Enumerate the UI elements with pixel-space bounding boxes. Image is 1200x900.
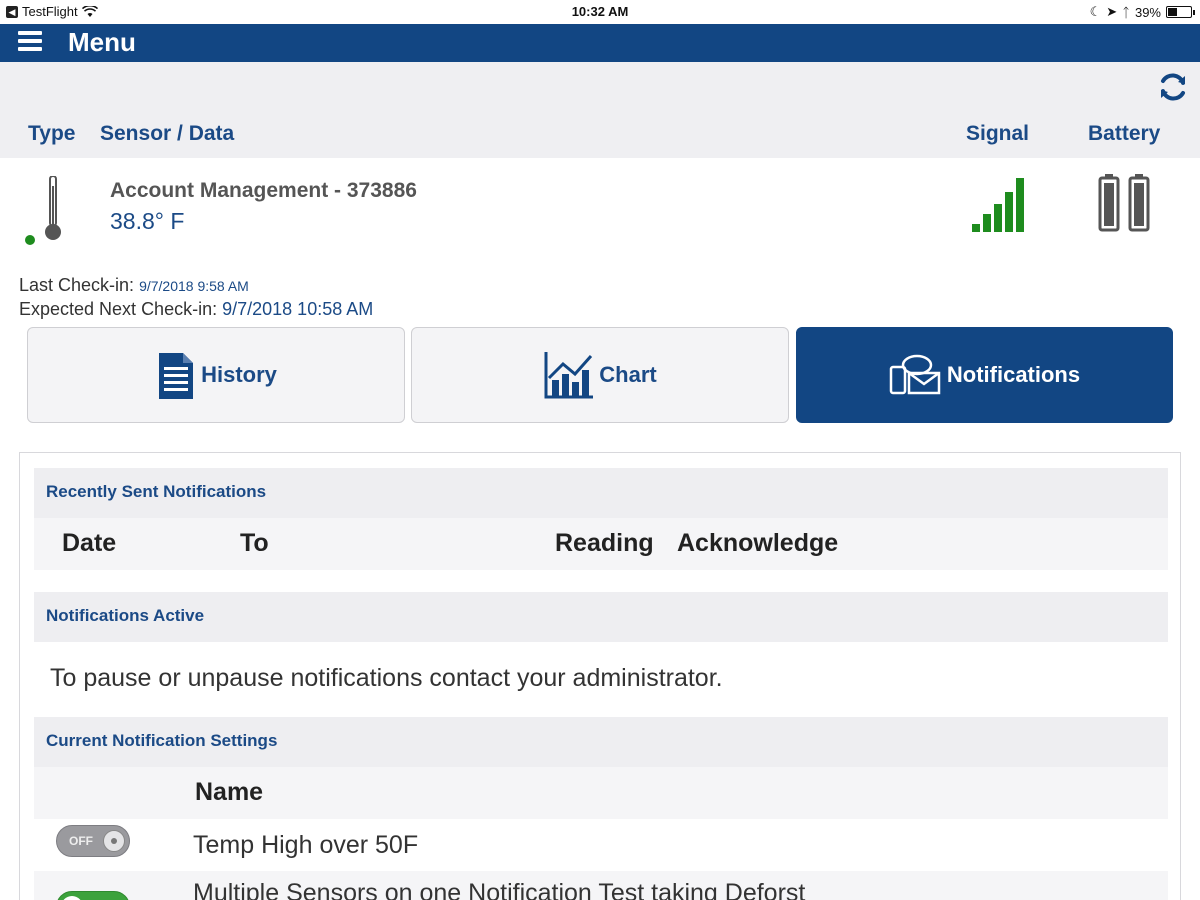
notifications-active-heading: Notifications Active	[34, 592, 1168, 642]
next-checkin: Expected Next Check-in: 9/7/2018 10:58 A…	[19, 299, 373, 320]
tab-notifications[interactable]: Notifications	[796, 327, 1173, 423]
signal-strength-icon	[972, 178, 1024, 232]
notifications-panel: Recently Sent Notifications Date To Read…	[19, 452, 1181, 900]
hamburger-menu-icon[interactable]	[18, 31, 42, 51]
recent-notifications-heading: Recently Sent Notifications	[34, 468, 1168, 518]
tab-history[interactable]: History	[27, 327, 405, 423]
tab-history-label: History	[201, 362, 277, 387]
chart-icon	[544, 352, 594, 399]
status-time: 10:32 AM	[571, 4, 629, 19]
status-bar: ◀ TestFlight 10:32 AM ☾ ➤ ᛏ 39%	[0, 0, 1200, 24]
tab-chart[interactable]: Chart	[411, 327, 789, 423]
column-name: Name	[195, 778, 264, 806]
column-reading: Reading	[555, 529, 654, 557]
sensor-name: Account Management - 373886	[110, 179, 417, 202]
column-sensor-data: Sensor / Data	[100, 122, 235, 145]
toggle-off-label: OFF	[69, 834, 93, 848]
last-checkin-value: 9/7/2018 9:58 AM	[139, 278, 249, 294]
document-icon	[159, 353, 194, 399]
notification-toggle-on[interactable]	[56, 891, 130, 900]
battery-full-icon	[1098, 174, 1150, 232]
last-checkin-label: Last Check-in:	[19, 275, 135, 295]
column-battery: Battery	[1088, 122, 1161, 145]
next-checkin-value: 9/7/2018 10:58 AM	[222, 299, 374, 319]
location-icon: ➤	[1106, 4, 1118, 19]
status-dot	[25, 235, 35, 245]
thermometer-icon	[25, 176, 61, 245]
column-acknowledge: Acknowledge	[677, 529, 839, 557]
tab-notifications-label: Notifications	[946, 362, 1081, 387]
bluetooth-icon: ᛏ	[1122, 4, 1130, 20]
recent-notifications-columns: Date To Reading Acknowledge	[34, 518, 1168, 570]
last-checkin: Last Check-in: 9/7/2018 9:58 AM	[19, 275, 249, 296]
column-to: To	[240, 529, 269, 557]
pause-message: To pause or unpause notifications contac…	[50, 664, 723, 692]
notification-setting-name: Multiple Sensors on one Notification Tes…	[193, 879, 806, 900]
notifications-icon	[889, 354, 941, 395]
list-header: Type Sensor / Data Signal Battery	[0, 62, 1200, 158]
notification-toggle-off[interactable]: OFF	[56, 825, 130, 857]
sensor-row[interactable]: Account Management - 373886 38.8° F	[0, 158, 1200, 270]
moon-icon: ☾	[1089, 4, 1102, 19]
menu-title[interactable]: Menu	[68, 27, 136, 58]
sensor-reading: 38.8° F	[110, 208, 185, 234]
column-date: Date	[62, 529, 117, 557]
battery-percent: 39%	[1134, 4, 1161, 20]
tab-chart-label: Chart	[599, 362, 657, 387]
notification-settings-columns: Name	[34, 767, 1168, 819]
refresh-icon[interactable]	[1156, 70, 1190, 104]
toggle-knob	[61, 896, 83, 900]
notification-settings-heading: Current Notification Settings	[34, 717, 1168, 767]
status-right: ☾ ➤ ᛏ 39%	[1089, 4, 1195, 20]
next-checkin-label: Expected Next Check-in:	[19, 299, 218, 319]
nav-bar: Menu	[0, 24, 1200, 62]
column-signal: Signal	[966, 122, 1030, 145]
toggle-knob	[103, 830, 125, 852]
notification-setting-name: Temp High over 50F	[193, 831, 419, 859]
battery-status-icon	[1166, 6, 1195, 18]
column-type: Type	[28, 122, 76, 145]
